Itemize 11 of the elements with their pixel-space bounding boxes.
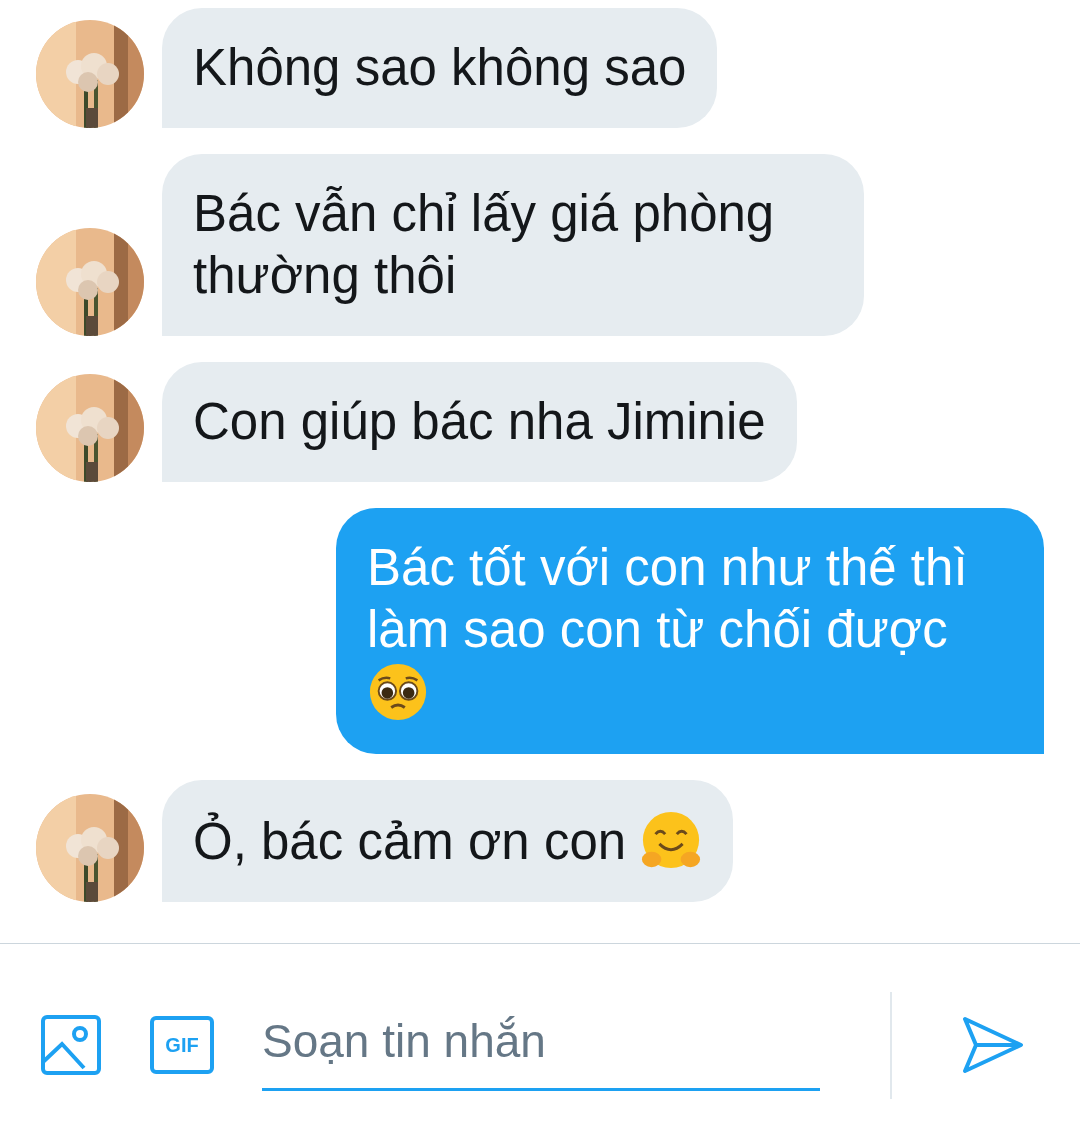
hugging-face-icon bbox=[640, 809, 703, 871]
message-bubble: Con giúp bác nha Jiminie bbox=[162, 362, 797, 482]
send-icon[interactable] bbox=[962, 1016, 1024, 1074]
message-bubble: Không sao không sao bbox=[162, 8, 718, 128]
pleading-face-icon bbox=[367, 661, 429, 723]
message-bubble: Bác vẫn chỉ lấy giá phòng thường thôi bbox=[162, 154, 864, 336]
message-bubble: Ỏ, bác cảm ơn con bbox=[162, 780, 734, 902]
message-input[interactable]: Soạn tin nhắn bbox=[262, 999, 820, 1091]
message-bubble: Bác tốt với con như thế thì làm sao con từ chối được bbox=[336, 508, 1044, 754]
gif-button[interactable]: GIF bbox=[150, 1016, 214, 1074]
image-icon[interactable] bbox=[40, 1014, 102, 1076]
